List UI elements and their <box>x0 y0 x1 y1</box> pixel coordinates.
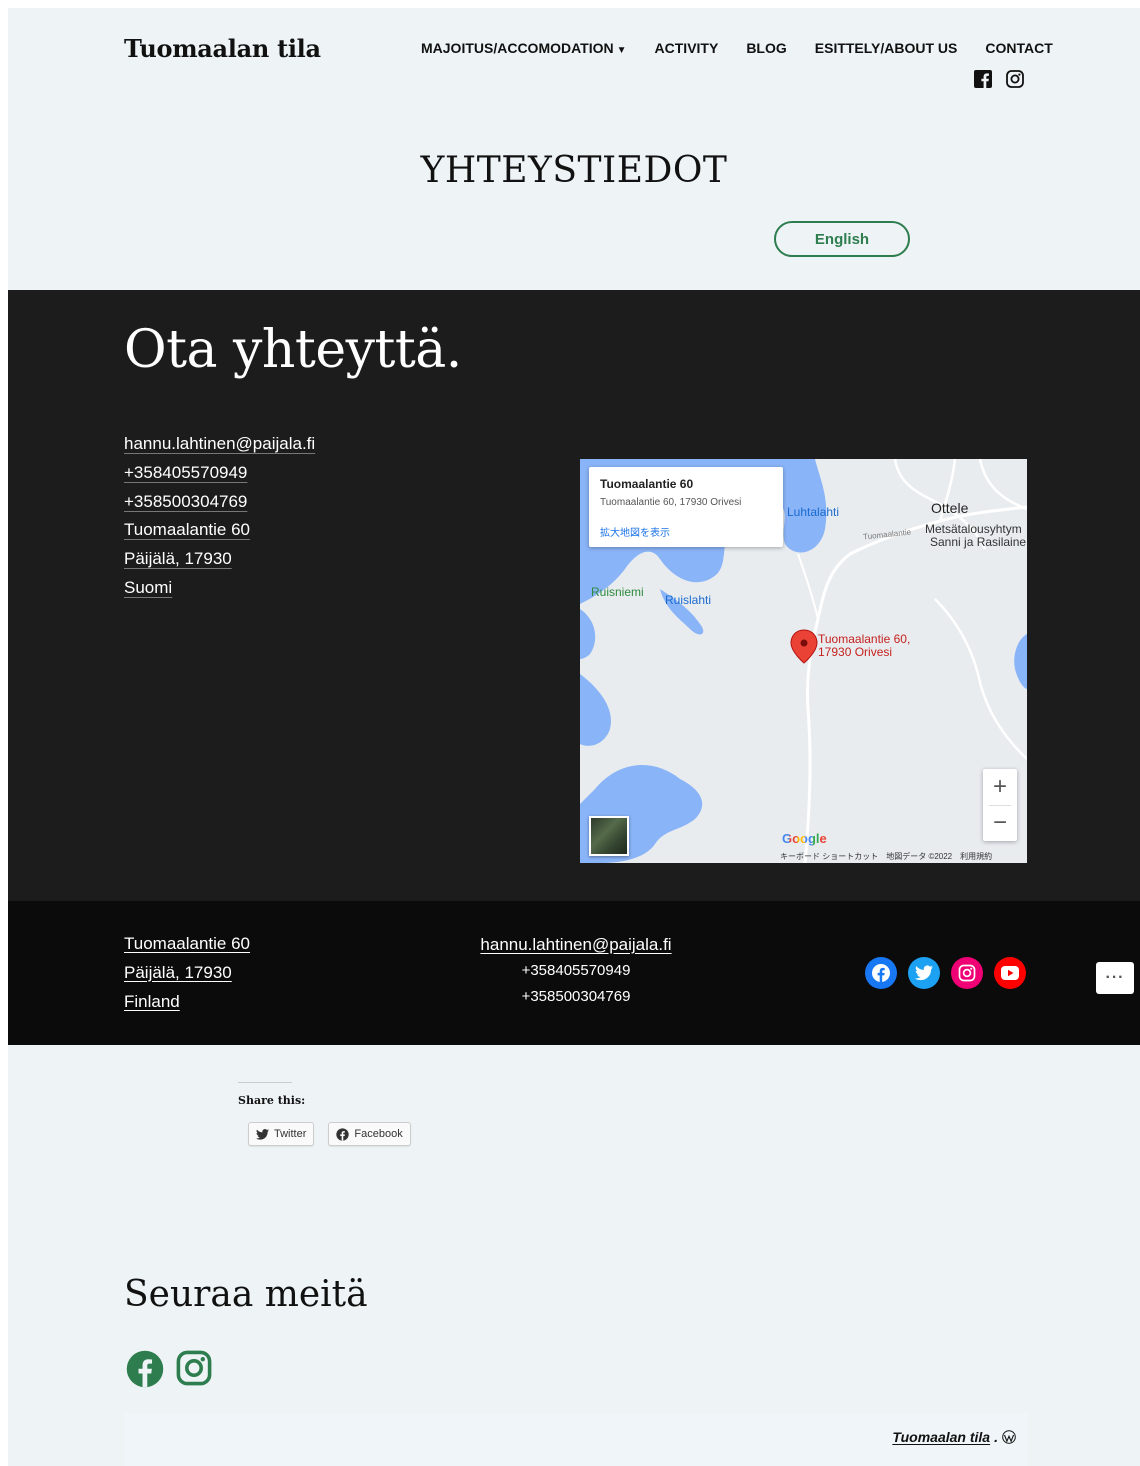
footer-contact-band: Tuomaalantie 60 Päijälä, 17930 Finland h… <box>8 901 1140 1045</box>
footer-contact: hannu.lahtinen@paijala.fi +358405570949 … <box>480 932 672 1010</box>
header-social-links <box>974 70 1024 88</box>
site-credit-bar: Tuomaalan tila. <box>124 1413 1028 1466</box>
credit-dot: . <box>994 1429 998 1445</box>
map-info-window: Tuomaalantie 60 Tuomaalantie 60, 17930 O… <box>589 467 783 547</box>
page: Tuomaalan tila MAJOITUS/ACCOMODATION ▼ AC… <box>8 8 1140 1466</box>
map-pin-label: 17930 Orivesi <box>818 645 893 659</box>
instagram-icon[interactable] <box>951 957 983 989</box>
contact-email-link[interactable]: hannu.lahtinen@paijala.fi <box>124 430 315 459</box>
contact-phone-link[interactable]: +358405570949 <box>124 459 315 488</box>
instagram-icon[interactable] <box>176 1350 212 1393</box>
contact-address-country[interactable]: Suomi <box>124 574 315 603</box>
contact-heading: Ota yhteyttä. <box>124 320 462 380</box>
english-language-button[interactable]: English <box>774 221 910 257</box>
twitter-icon <box>256 1128 269 1140</box>
site-title[interactable]: Tuomaalan tila <box>124 34 321 63</box>
share-twitter-label: Twitter <box>274 1128 307 1140</box>
nav-item-contact[interactable]: CONTACT <box>985 40 1052 56</box>
map-pin-label: Tuomaalantie 60, <box>818 632 911 646</box>
footer-phone: +358500304769 <box>521 988 631 1005</box>
zoom-divider <box>989 805 1011 806</box>
share-facebook-label: Facebook <box>354 1128 403 1140</box>
embedded-map[interactable]: Tuomaalantie 60 Tuomaalantie 60, 17930 O… <box>580 459 1027 863</box>
map-info-address: Tuomaalantie 60, 17930 Orivesi <box>600 497 742 508</box>
contact-address-city[interactable]: Päijälä, 17930 <box>124 545 315 574</box>
share-twitter-button[interactable]: Twitter <box>248 1122 315 1146</box>
share-facebook-button[interactable]: Facebook <box>328 1122 411 1146</box>
share-buttons: Twitter Facebook <box>248 1122 411 1146</box>
footer-address-line[interactable]: Päijälä, 17930 <box>124 958 250 987</box>
more-options-button[interactable]: ··· <box>1096 962 1134 994</box>
facebook-icon <box>336 1127 350 1141</box>
map-label-metsa: Sanni ja Rasilaine <box>930 535 1027 549</box>
contact-details: hannu.lahtinen@paijala.fi +358405570949 … <box>124 430 315 603</box>
nav-item-activity[interactable]: ACTIVITY <box>655 40 719 56</box>
nav-item-label: MAJOITUS/ACCOMODATION <box>421 40 614 56</box>
footer-email-link[interactable]: hannu.lahtinen@paijala.fi <box>480 932 672 958</box>
nav-item-blog[interactable]: BLOG <box>746 40 786 56</box>
map-label-ruisniemi: Ruisniemi <box>591 585 644 599</box>
nav-item-accommodation[interactable]: MAJOITUS/ACCOMODATION ▼ <box>421 40 627 56</box>
google-logo-text: Google <box>782 831 827 846</box>
caret-down-icon: ▼ <box>616 45 627 56</box>
footer-phone: +358405570949 <box>521 962 631 979</box>
site-credit-link[interactable]: Tuomaalan tila <box>892 1429 990 1445</box>
contact-phone-link[interactable]: +358500304769 <box>124 488 315 517</box>
footer-address-line[interactable]: Finland <box>124 987 250 1016</box>
footer-social-links <box>865 957 1026 989</box>
footer-address: Tuomaalantie 60 Päijälä, 17930 Finland <box>124 929 250 1016</box>
map-zoom-controls: + − <box>983 769 1017 841</box>
satellite-toggle-button[interactable] <box>589 816 629 856</box>
follow-social-links <box>126 1350 212 1393</box>
facebook-icon[interactable] <box>974 70 992 88</box>
page-title: YHTEYSTIEDOT <box>420 150 728 191</box>
facebook-icon[interactable] <box>126 1350 164 1393</box>
map-label-luhtalahti: Luhtalahti <box>787 505 840 519</box>
map-label-metsa: Metsätalousyhtym <box>925 522 1022 536</box>
instagram-icon[interactable] <box>1006 70 1024 88</box>
site-credit: Tuomaalan tila. <box>892 1429 1016 1445</box>
twitter-icon[interactable] <box>908 957 940 989</box>
main-nav: MAJOITUS/ACCOMODATION ▼ ACTIVITY BLOG ESI… <box>421 40 1053 56</box>
wordpress-icon[interactable] <box>1002 1430 1016 1444</box>
zoom-in-button[interactable]: + <box>983 769 1017 805</box>
nav-item-about[interactable]: ESITTELY/ABOUT US <box>815 40 958 56</box>
map-enlarge-link[interactable]: 拡大地図を表示 <box>600 524 670 539</box>
share-title: Share this: <box>238 1094 306 1107</box>
youtube-icon[interactable] <box>994 957 1026 989</box>
google-logo: Google <box>782 831 827 846</box>
share-divider <box>238 1082 292 1083</box>
follow-heading: Seuraa meitä <box>124 1274 368 1315</box>
zoom-out-button[interactable]: − <box>983 805 1017 841</box>
contact-address-street[interactable]: Tuomaalantie 60 <box>124 516 315 545</box>
facebook-icon[interactable] <box>865 957 897 989</box>
footer-address-line[interactable]: Tuomaalantie 60 <box>124 929 250 958</box>
map-info-title: Tuomaalantie 60 <box>600 477 694 491</box>
contact-section: Ota yhteyttä. hannu.lahtinen@paijala.fi … <box>8 290 1140 901</box>
map-label-ruislahti: Ruislahti <box>665 593 712 607</box>
map-label-ottele: Ottele <box>931 500 969 516</box>
map-attribution[interactable]: キーボード ショートカット 地図データ ©2022 利用規約 <box>780 851 992 862</box>
